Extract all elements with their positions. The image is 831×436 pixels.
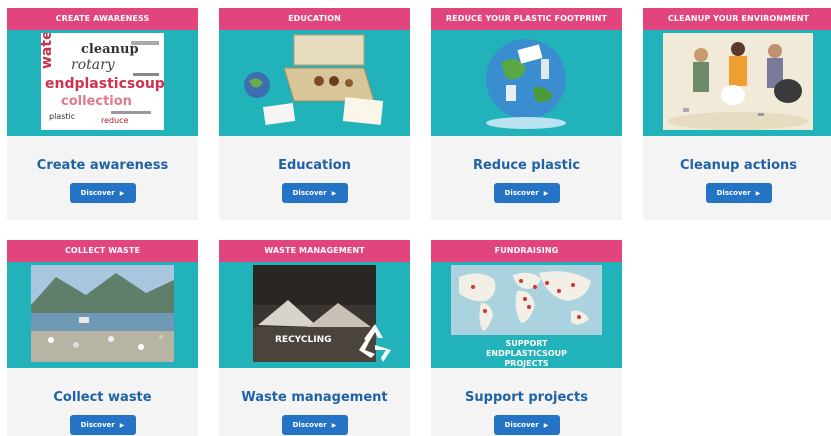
word-water: water: [41, 33, 55, 69]
waste-lake-image: [31, 265, 174, 362]
discover-button-label: Discover: [716, 189, 751, 197]
card-title: Cleanup actions: [680, 158, 797, 173]
card-waste-management: WASTE MANAGEMENT RECYCLING Waste managem…: [219, 240, 410, 436]
word-collection: collection: [61, 94, 132, 109]
card-title: Collect waste: [53, 390, 152, 405]
discover-button-label: Discover: [292, 421, 327, 429]
card-image-band: RECYCLING: [219, 262, 410, 368]
discover-button-label: Discover: [504, 189, 539, 197]
discover-button[interactable]: Discover ▶: [493, 183, 560, 203]
card-image-band: [431, 30, 622, 136]
word-endplasticsoup: endplasticsoup: [45, 76, 164, 92]
discover-button-label: Discover: [80, 189, 115, 197]
chevron-right-icon: ▶: [331, 422, 337, 429]
card-header: WASTE MANAGEMENT: [219, 240, 410, 262]
card-image-band: SUPPORT ENDPLASTICSOUP PROJECTS: [431, 262, 622, 368]
card-title: Support projects: [465, 390, 588, 405]
card-header: EDUCATION: [219, 8, 410, 30]
word-rotary: rotary: [71, 57, 116, 73]
discover-button[interactable]: Discover ▶: [69, 415, 136, 435]
wordcloud-image: water cleanup rotary endplasticsoup coll…: [41, 33, 164, 130]
word-plastic: plastic: [49, 112, 75, 121]
card-header: REDUCE YOUR PLASTIC FOOTPRINT: [431, 8, 622, 30]
card-support-projects: FUNDRAISING SUPPORT ENDPLASTICSOUP PROJE…: [431, 240, 622, 436]
education-kit-image: [239, 33, 389, 130]
discover-button-label: Discover: [504, 421, 539, 429]
chevron-right-icon: ▶: [543, 190, 549, 197]
card-title: Waste management: [241, 390, 388, 405]
word-cleanup: cleanup: [81, 42, 139, 57]
card-education: EDUCATION Education Discover ▶: [219, 8, 410, 220]
recycle-icon: [359, 324, 391, 362]
discover-button[interactable]: Discover ▶: [493, 415, 560, 435]
chevron-right-icon: ▶: [119, 422, 125, 429]
cleanup-illustration-image: [663, 33, 813, 130]
card-image-band: [643, 30, 831, 136]
card-header: CREATE AWARENESS: [7, 8, 198, 30]
card-image-band: [7, 262, 198, 368]
chevron-right-icon: ▶: [755, 190, 761, 197]
card-title: Create awareness: [36, 158, 169, 173]
discover-button[interactable]: Discover ▶: [705, 183, 772, 203]
discover-button[interactable]: Discover ▶: [281, 415, 348, 435]
recycling-label: RECYCLING: [275, 335, 332, 345]
discover-button[interactable]: Discover ▶: [69, 183, 136, 203]
card-create-awareness: CREATE AWARENESS water cleanup rotary en…: [7, 8, 198, 220]
chevron-right-icon: ▶: [331, 190, 337, 197]
discover-button[interactable]: Discover ▶: [281, 183, 348, 203]
card-reduce-plastic: REDUCE YOUR PLASTIC FOOTPRINT Reduce pla…: [431, 8, 622, 220]
card-image-band: [219, 30, 410, 136]
card-title: Education: [278, 158, 351, 173]
card-cleanup-actions: CLEANUP YOUR ENVIRONMENT Cleanup actions…: [643, 8, 831, 220]
discover-button-label: Discover: [292, 189, 327, 197]
project-map-image: [451, 265, 602, 335]
card-header: FUNDRAISING: [431, 240, 622, 262]
discover-button-label: Discover: [80, 421, 115, 429]
card-header: CLEANUP YOUR ENVIRONMENT: [643, 8, 831, 30]
card-header: COLLECT WASTE: [7, 240, 198, 262]
chevron-right-icon: ▶: [119, 190, 125, 197]
word-reduce: reduce: [101, 116, 129, 125]
card-image-band: water cleanup rotary endplasticsoup coll…: [7, 30, 198, 136]
card-title: Reduce plastic: [472, 158, 581, 173]
card-collect-waste: COLLECT WASTE Collect waste Discover ▶: [7, 240, 198, 436]
chevron-right-icon: ▶: [543, 422, 549, 429]
plastic-globe-image: [471, 33, 581, 130]
support-projects-label: SUPPORT ENDPLASTICSOUP PROJECTS: [485, 339, 568, 368]
